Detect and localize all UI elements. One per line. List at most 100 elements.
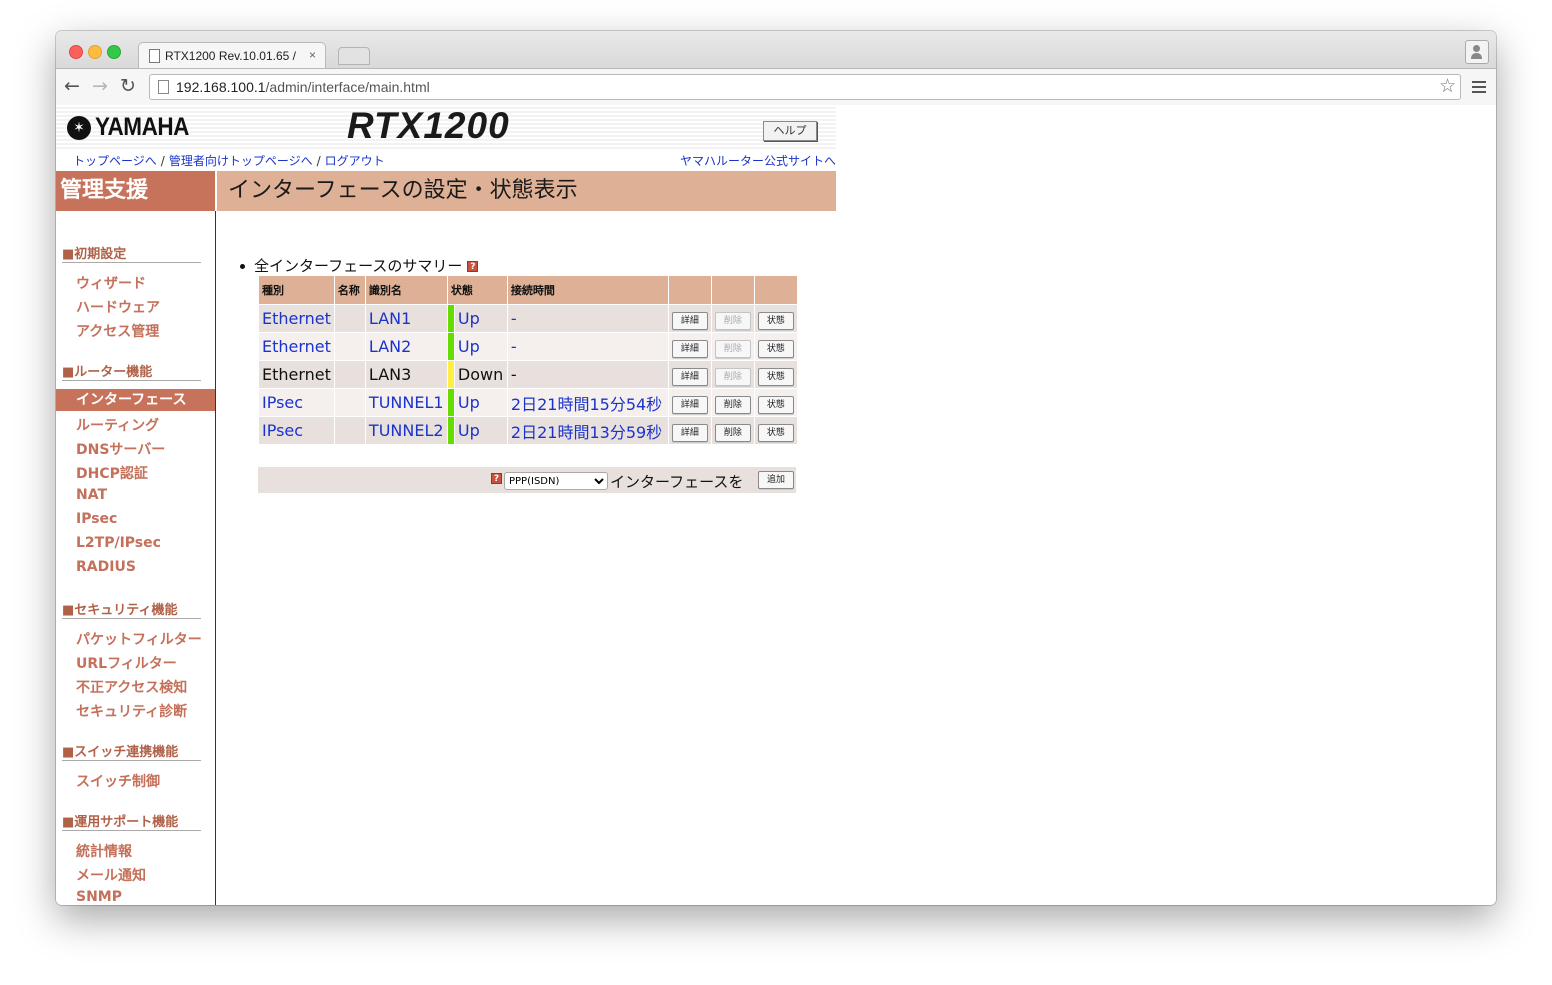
cell-state[interactable]: Up — [453, 304, 508, 333]
brand-logo: YAMAHA — [95, 113, 189, 141]
cell-detail: 詳細 — [667, 388, 712, 417]
table-row: Ethernet LAN3 Down - 詳細 削除 状態 — [258, 360, 798, 389]
help-button[interactable]: ヘルプ — [763, 121, 817, 141]
divider — [62, 380, 201, 381]
add-button[interactable]: 追加 — [758, 471, 794, 489]
maximize-window-button[interactable] — [107, 45, 121, 59]
sidebar-item-dns[interactable]: DNSサーバー — [76, 439, 165, 459]
sidebar-item-diagnosis[interactable]: セキュリティ診断 — [76, 701, 187, 721]
status-button[interactable]: 状態 — [757, 395, 794, 414]
sidebar-item-routing[interactable]: ルーティング — [76, 415, 159, 435]
cell-status: 状態 — [753, 332, 798, 361]
main-content: 全インターフェースのサマリー? 種別 名称 識別名 状態 接続時間 Ethern… — [217, 211, 836, 905]
cell-time[interactable]: - — [506, 332, 669, 361]
status-button[interactable]: 状態 — [757, 423, 794, 442]
state-indicator — [446, 388, 455, 417]
help-icon[interactable]: ? — [491, 473, 502, 484]
table-row: Ethernet LAN1 Up - 詳細 削除 状態 — [258, 304, 798, 333]
cell-time[interactable]: - — [506, 304, 669, 333]
cell-status: 状態 — [753, 304, 798, 333]
sidebar: ■初期設定 ウィザード ハードウェア アクセス管理 ■ルーター機能 インターフェ… — [56, 211, 216, 905]
sidebar-section-support: ■運用サポート機能 — [62, 815, 179, 830]
delete-button: 削除 — [714, 311, 751, 330]
cell-name — [333, 416, 366, 445]
top-page-link[interactable]: トップページへ — [73, 154, 157, 168]
header-links: トップページへ / 管理者向けトップページへ / ログアウト ヤマハルーター公式サイトへ — [73, 154, 836, 168]
sidebar-item-l2tp[interactable]: L2TP/IPsec — [76, 535, 161, 551]
sidebar-item-dhcp[interactable]: DHCP認証 — [76, 463, 148, 483]
cell-id[interactable]: TUNNEL2 — [364, 416, 448, 445]
cell-type[interactable]: Ethernet — [258, 304, 335, 333]
sidebar-item-radius[interactable]: RADIUS — [76, 559, 136, 575]
sidebar-item-url-filter[interactable]: URLフィルター — [76, 653, 177, 673]
sidebar-item-wizard[interactable]: ウィザード — [76, 273, 146, 293]
sidebar-item-packet-filter[interactable]: パケットフィルター — [76, 629, 202, 649]
add-interface-bar: ? PPP(ISDN) インターフェースを 追加 — [258, 467, 796, 493]
sidebar-item-interface[interactable]: インターフェース — [56, 389, 215, 411]
new-tab-button[interactable] — [338, 47, 370, 65]
cell-id[interactable]: LAN1 — [364, 304, 448, 333]
state-indicator — [446, 360, 455, 389]
cell-id[interactable]: TUNNEL1 — [364, 388, 448, 417]
reload-icon[interactable]: ↻ — [120, 75, 136, 97]
back-arrow-icon[interactable]: ← — [64, 75, 80, 97]
cell-detail: 詳細 — [667, 304, 712, 333]
cell-state[interactable]: Up — [453, 416, 508, 445]
status-button[interactable]: 状態 — [757, 367, 794, 386]
table-row: IPsec TUNNEL1 Up 2日21時間15分54秒 詳細 削除 状態 — [258, 388, 798, 417]
sidebar-item-hardware[interactable]: ハードウェア — [76, 297, 160, 317]
sidebar-item-intrusion[interactable]: 不正アクセス検知 — [76, 677, 187, 697]
table-header-row: 種別 名称 識別名 状態 接続時間 — [258, 275, 798, 305]
cell-type[interactable]: IPsec — [258, 388, 335, 417]
sidebar-item-nat[interactable]: NAT — [76, 487, 107, 503]
official-site-link[interactable]: ヤマハルーター公式サイトへ — [680, 154, 836, 168]
browser-tab[interactable]: RTX1200 Rev.10.01.65 / — × — [138, 42, 326, 69]
logout-link[interactable]: ログアウト — [325, 154, 385, 168]
divider — [62, 830, 201, 831]
browser-menu-icon[interactable] — [1472, 81, 1486, 96]
profile-icon[interactable] — [1465, 40, 1489, 64]
delete-button[interactable]: 削除 — [714, 423, 751, 442]
help-icon[interactable]: ? — [467, 261, 479, 272]
sidebar-section-initial: ■初期設定 — [62, 247, 127, 262]
cell-id[interactable]: LAN2 — [364, 332, 448, 361]
delete-button[interactable]: 削除 — [714, 395, 751, 414]
detail-button[interactable]: 詳細 — [671, 311, 708, 330]
address-bar[interactable]: 192.168.100.1/admin/interface/main.html … — [149, 74, 1461, 100]
sidebar-item-statistics[interactable]: 統計情報 — [76, 841, 132, 861]
cell-state[interactable]: Up — [453, 332, 508, 361]
sidebar-item-ipsec[interactable]: IPsec — [76, 511, 117, 527]
sidebar-item-access[interactable]: アクセス管理 — [76, 321, 159, 341]
url-text[interactable]: 192.168.100.1/admin/interface/main.html — [176, 79, 430, 95]
sidebar-item-mail[interactable]: メール通知 — [76, 865, 146, 885]
detail-button[interactable]: 詳細 — [671, 367, 708, 386]
cell-type[interactable]: IPsec — [258, 416, 335, 445]
cell-time[interactable]: 2日21時間15分54秒 — [506, 388, 669, 417]
sidebar-item-snmp[interactable]: SNMP — [76, 889, 122, 905]
cell-detail: 詳細 — [667, 416, 712, 445]
browser-toolbar: ← → ↻ 192.168.100.1/admin/interface/main… — [56, 68, 1496, 106]
cell-delete: 削除 — [710, 360, 755, 389]
bookmark-star-icon[interactable]: ☆ — [1439, 75, 1456, 97]
cell-status: 状態 — [753, 416, 798, 445]
sidebar-item-switch-control[interactable]: スイッチ制御 — [76, 771, 160, 791]
forward-arrow-icon[interactable]: → — [92, 75, 108, 97]
cell-delete: 削除 — [710, 332, 755, 361]
close-window-button[interactable] — [69, 45, 83, 59]
cell-detail: 詳細 — [667, 360, 712, 389]
detail-button[interactable]: 詳細 — [671, 395, 708, 414]
tab-close-icon[interactable]: × — [309, 48, 316, 62]
cell-time[interactable]: 2日21時間13分59秒 — [506, 416, 669, 445]
interface-type-select[interactable]: PPP(ISDN) — [504, 472, 608, 490]
status-button[interactable]: 状態 — [757, 339, 794, 358]
minimize-window-button[interactable] — [88, 45, 102, 59]
tab-strip: RTX1200 Rev.10.01.65 / — × — [56, 31, 1496, 69]
cell-state[interactable]: Up — [453, 388, 508, 417]
delete-button: 削除 — [714, 339, 751, 358]
status-button[interactable]: 状態 — [757, 311, 794, 330]
detail-button[interactable]: 詳細 — [671, 423, 708, 442]
admin-top-link[interactable]: 管理者向けトップページへ — [169, 154, 313, 168]
page-icon — [149, 49, 160, 63]
cell-type[interactable]: Ethernet — [258, 332, 335, 361]
detail-button[interactable]: 詳細 — [671, 339, 708, 358]
